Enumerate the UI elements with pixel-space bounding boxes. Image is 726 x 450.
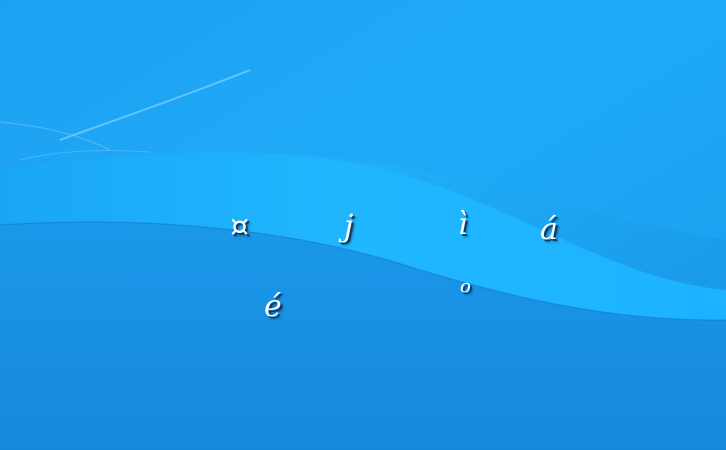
desktop-glyph-e-acute: é (264, 289, 282, 324)
desktop-glyph-i-grave: ì (458, 207, 468, 242)
desktop-glyph-o: o (460, 276, 471, 297)
desktop-glyph-j: j (344, 209, 354, 244)
desktop-glyph-currency: ¤ (230, 209, 250, 244)
desktop-glyph-a-acute: á (540, 212, 558, 247)
desktop-wallpaper (0, 0, 726, 450)
